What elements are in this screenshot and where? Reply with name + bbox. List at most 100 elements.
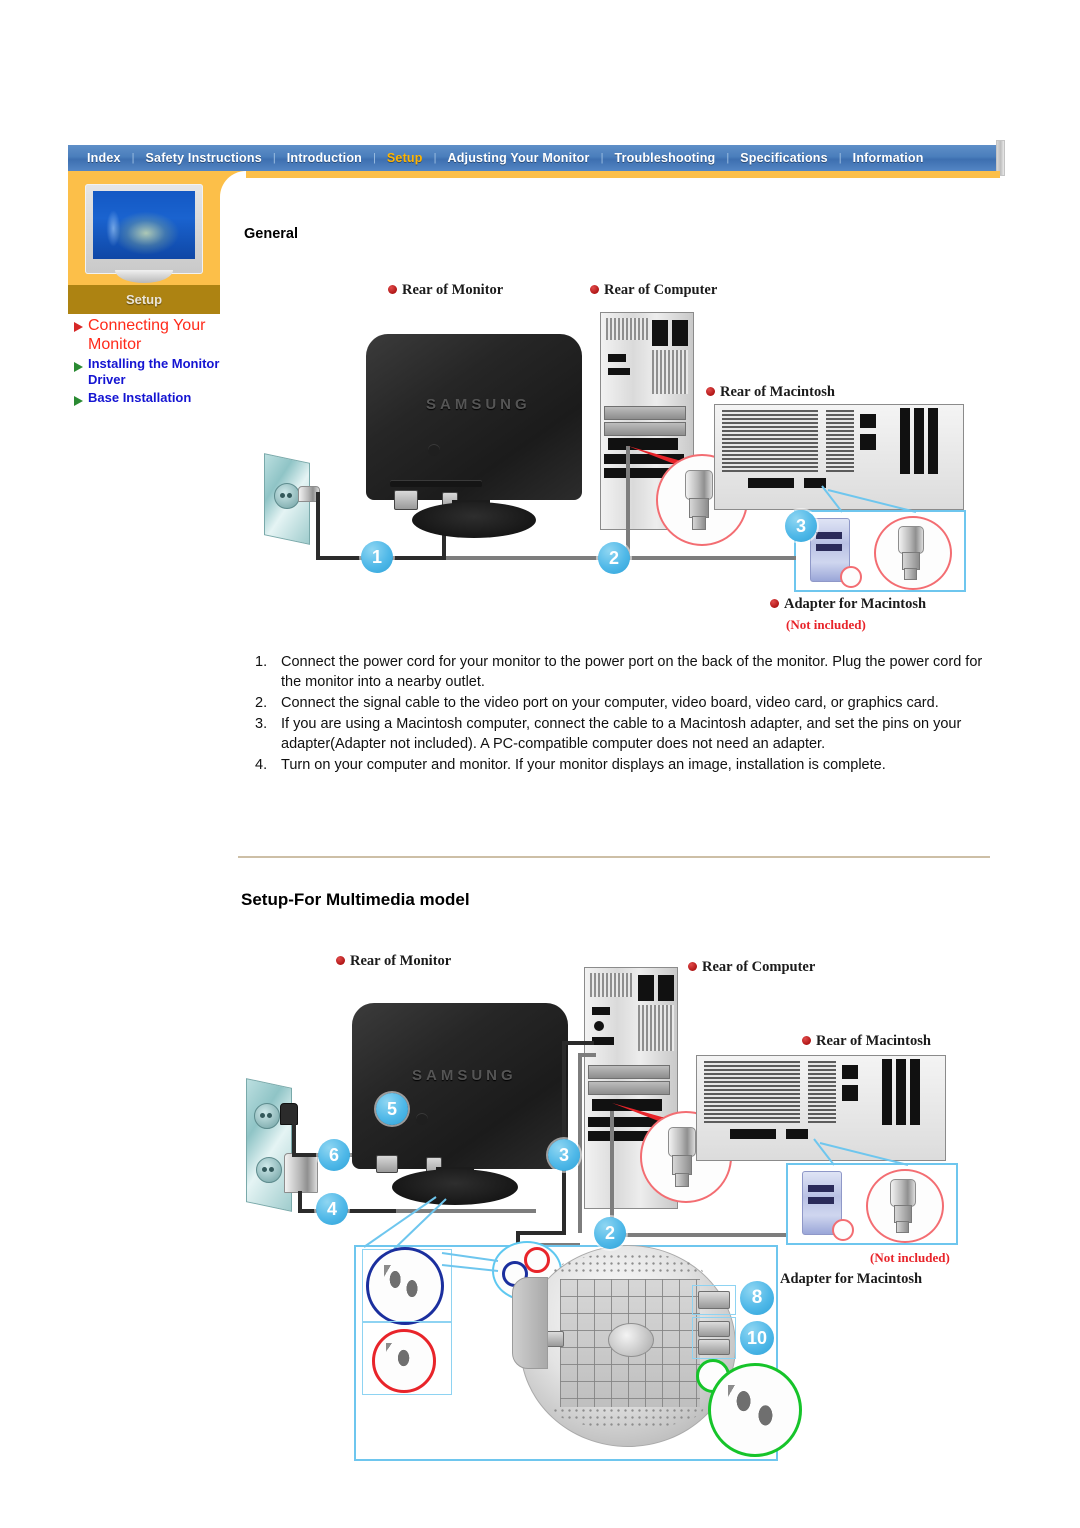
bullet-icon — [590, 285, 599, 294]
label-rear-of-macintosh: Rear of Macintosh — [802, 1033, 931, 1050]
step-text: Connect the signal cable to the video po… — [281, 695, 939, 711]
mac-connector-tip — [896, 1221, 909, 1233]
sidebar-item-label: Connecting Your Monitor — [88, 317, 206, 353]
badge-10: 10 — [740, 1321, 774, 1355]
triangle-bullet-icon — [74, 322, 83, 332]
setup-step: 3. If you are using a Macintosh computer,… — [255, 714, 985, 754]
badge-8: 8 — [740, 1281, 774, 1315]
tower-drive-bay — [672, 320, 688, 346]
tower-expansion-slot — [604, 422, 686, 436]
thumbnail-bezel — [85, 184, 203, 274]
mac-connector-plug — [898, 526, 924, 554]
speaker-cable-icon — [728, 1385, 780, 1431]
step-text: Turn on your computer and monitor. If yo… — [281, 757, 886, 773]
badge-6: 6 — [318, 1139, 350, 1171]
tower-port-block — [608, 368, 630, 375]
mac-signal-cable — [614, 1233, 788, 1237]
macintosh-vent — [826, 410, 854, 472]
connector-plug — [668, 1127, 696, 1157]
macintosh-port — [842, 1085, 858, 1101]
power-adapter-block — [284, 1153, 318, 1193]
nav-item-troubleshooting[interactable]: Troubleshooting — [603, 151, 726, 165]
nav-item-introduction[interactable]: Introduction — [276, 151, 373, 165]
jack-10-b — [698, 1339, 730, 1355]
tower-expansion-slot — [604, 406, 686, 420]
connector-plug — [685, 470, 713, 500]
macintosh-slot — [928, 408, 938, 474]
adapter-dip-switch — [816, 544, 842, 551]
sidebar-panel: Setup — [68, 171, 220, 314]
sidebar-item-installing-the-monitor-driver[interactable]: Installing the Monitor Driver — [68, 356, 243, 388]
macintosh-slot — [900, 408, 910, 474]
nav-item-setup[interactable]: Setup — [376, 151, 434, 165]
main-navigation: Index | Safety Instructions | Introduction | S… — [68, 145, 1000, 171]
nav-item-safety-instructions[interactable]: Safety Instructions — [135, 151, 273, 165]
label-rear-of-macintosh: Rear of Macintosh — [706, 384, 835, 401]
bullet-icon — [802, 1036, 811, 1045]
macintosh-vent — [704, 1061, 800, 1123]
monitor-vent — [416, 1113, 428, 1125]
adapter-pin-callout — [840, 566, 862, 588]
diagram-multimedia: Rear of Monitor Rear of Computer Rear of… — [240, 945, 1000, 1465]
jack-leader-lines — [441, 1252, 499, 1272]
power-cable-segment — [292, 1121, 296, 1157]
macintosh-connector-row — [748, 478, 794, 488]
monitor-brand-logo: SAMSUNG — [426, 396, 531, 413]
tower-drive-bay — [658, 975, 674, 1001]
macintosh-port — [860, 434, 876, 450]
bullet-icon — [706, 387, 715, 396]
sidebar-item-base-installation[interactable]: Base Installation — [68, 390, 243, 406]
step-number: 3. — [255, 716, 268, 732]
tower-port-block — [608, 354, 626, 362]
sidebar-link-list: Connecting Your Monitor Installing the Mo… — [68, 316, 243, 408]
tower-drive-bay — [652, 320, 668, 346]
connector-neck — [689, 498, 709, 518]
monitor-vent-strip — [390, 480, 482, 487]
badge-3: 3 — [785, 510, 817, 542]
monitor-thumbnail — [85, 184, 203, 283]
label-rear-of-monitor: Rear of Monitor — [336, 953, 451, 970]
sidebar-item-label: Base Installation — [88, 390, 192, 405]
badge-2: 2 — [594, 1217, 626, 1249]
nav-item-information[interactable]: Information — [842, 151, 935, 165]
connector-tip — [692, 516, 706, 530]
tower-expansion-slot — [588, 1081, 670, 1095]
label-rear-of-computer: Rear of Computer — [590, 282, 717, 299]
adapter-leader-lines — [813, 1138, 909, 1166]
badge-5: 5 — [376, 1093, 408, 1125]
base-jack-red-ring — [524, 1247, 550, 1273]
sidebar-section-label: Setup — [68, 285, 220, 314]
triangle-bullet-icon — [74, 396, 83, 406]
macintosh-slot — [914, 408, 924, 474]
macintosh-connector-row — [730, 1129, 776, 1139]
monitor-brand-logo: SAMSUNG — [412, 1067, 517, 1084]
step-number: 1. — [255, 654, 268, 670]
setup-step: 4. Turn on your computer and monitor. If … — [255, 755, 985, 775]
macintosh-vent — [808, 1061, 836, 1123]
nav-item-specifications[interactable]: Specifications — [729, 151, 839, 165]
mac-connector-tip — [904, 568, 917, 580]
adapter-dip-switch — [808, 1197, 834, 1204]
tower-vent-grid — [652, 350, 688, 394]
monitor-rear: SAMSUNG — [366, 334, 582, 538]
nav-item-index[interactable]: Index — [76, 151, 132, 165]
page-title: General — [244, 226, 298, 242]
connector-neck — [672, 1155, 692, 1175]
tower-vent-grid — [606, 318, 650, 340]
monitor-base — [412, 502, 536, 538]
diagram-general: Rear of Monitor Rear of Computer Rear of… — [248, 278, 988, 638]
nav-item-adjusting-your-monitor[interactable]: Adjusting Your Monitor — [436, 151, 600, 165]
power-cable-segment — [316, 496, 320, 556]
thumbnail-screen — [93, 191, 195, 259]
adapter-dip-switch — [808, 1185, 834, 1192]
connector-tip — [675, 1173, 689, 1187]
sidebar-item-connecting-your-monitor[interactable]: Connecting Your Monitor — [68, 316, 243, 354]
tower-audio-jack — [594, 1021, 604, 1031]
step-text: If you are using a Macintosh computer, c… — [281, 716, 962, 752]
outlet-socket — [274, 483, 300, 509]
macintosh-slot — [910, 1059, 920, 1125]
label-not-included: (Not included) — [870, 1250, 950, 1265]
jack-10-a — [698, 1321, 730, 1337]
monitor-power-port — [376, 1155, 398, 1173]
tower-port-block — [592, 1007, 610, 1015]
